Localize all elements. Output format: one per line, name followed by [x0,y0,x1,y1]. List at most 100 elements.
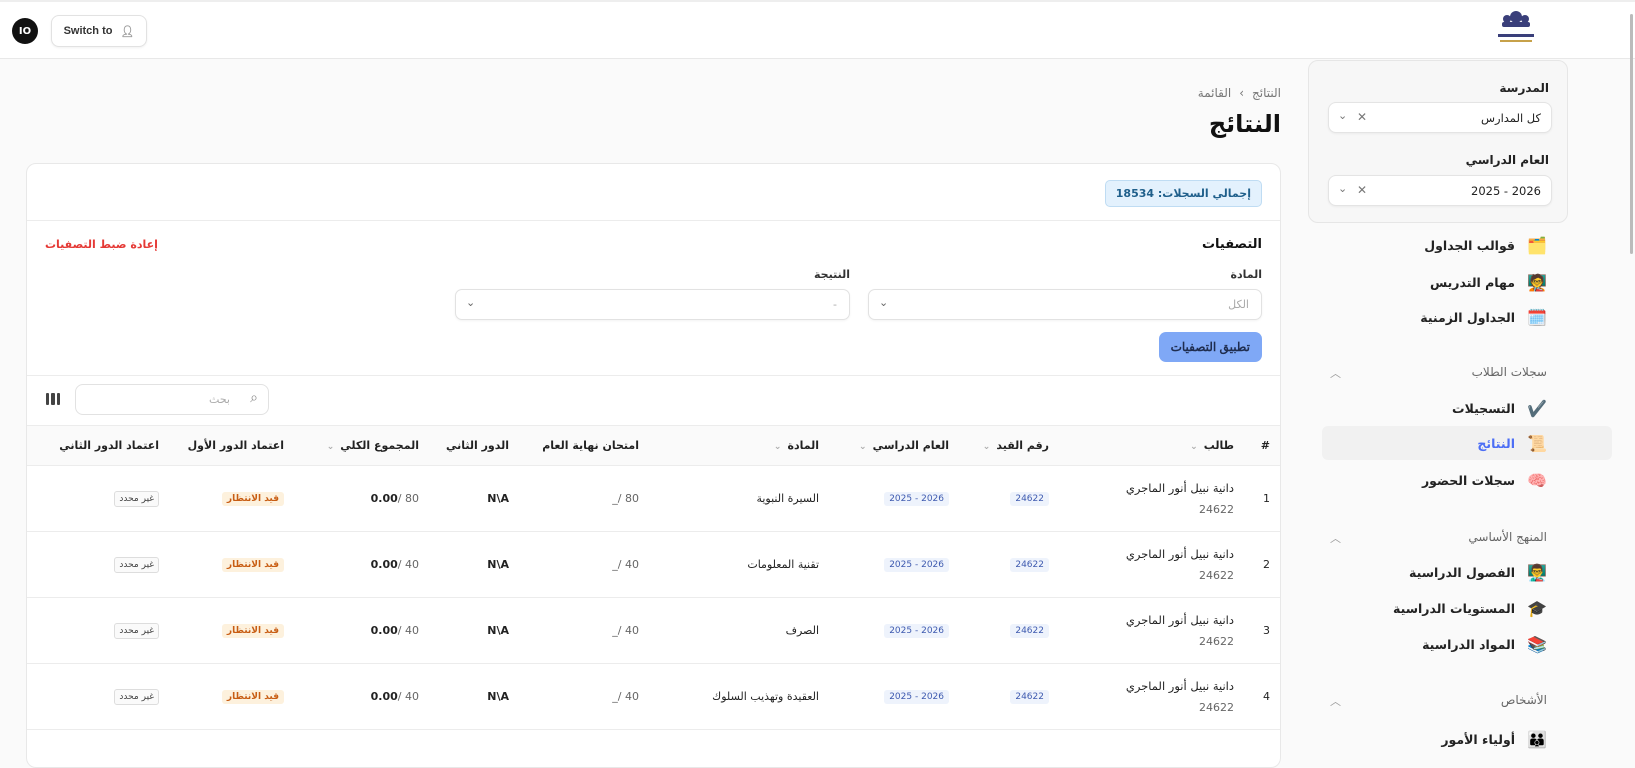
table-row[interactable]: 2 دانية نبيل أنور الماجري 24622 24622 202… [27,531,1280,598]
second-round-cell: N\A [429,663,519,730]
chevron-down-icon[interactable]: ⌄ [1338,182,1347,195]
registration-cell: 24622 [959,597,1059,664]
col-index: # [1244,425,1280,466]
sort-icon[interactable]: ⌄ [1190,442,1198,452]
student-name: دانية نبيل أنور الماجري [1125,547,1234,561]
subject-select[interactable]: الكل ⌄ [868,289,1262,320]
approval-second-cell: غير محدد [27,531,169,598]
final-exam-cell: _/ 80 [519,465,649,532]
section-people[interactable]: الأشخاص [1501,693,1547,707]
table-row[interactable]: 3 دانية نبيل أنور الماجري 24622 24622 202… [27,597,1280,664]
clear-icon[interactable]: ✕ [1357,110,1367,124]
sort-icon[interactable]: ⌄ [983,442,991,452]
chevron-up-icon[interactable]: ︿ [1330,530,1341,546]
teacher-icon: 👨‍🏫 [1527,562,1547,582]
apply-filters-button[interactable]: تطبيق التصفيات [1158,332,1262,362]
sidebar-item-templates[interactable]: 🗂️ قوالب الجداول [1424,228,1547,262]
sort-icon[interactable]: ⌄ [774,442,782,452]
sidebar-item-classes[interactable]: 👨‍🏫 الفصول الدراسية [1409,555,1547,589]
sidebar-item-label: أولياء الأمور [1441,731,1515,747]
sidebar-item-enrollments[interactable]: ✔️ التسجيلات [1452,391,1547,425]
year-cell: 2026 - 2025 [829,465,959,532]
total-cell: 0.00/ 40 [294,531,429,598]
col-approval-first: اعتماد الدور الأول [169,425,294,466]
sort-icon[interactable]: ⌄ [327,442,335,452]
second-round-cell: N\A [429,531,519,598]
col-second-round: الدور الثاني [429,425,519,466]
second-round-cell: N\A [429,597,519,664]
year-select[interactable]: 2025 - 2026 ✕ ⌄ [1328,175,1552,206]
sidebar-item-subjects[interactable]: 📚 المواد الدراسية [1422,627,1547,661]
books-icon: 📚 [1527,634,1547,654]
chevron-up-icon[interactable]: ︿ [1330,365,1341,381]
status-badge: قيد الانتظار [221,558,284,572]
results-card: إجمالي السجلات: 18534 التصفيات إعادة ضبط… [26,163,1281,768]
subject-placeholder: الكل [1228,298,1249,311]
sidebar-item-label: مهام التدريس [1429,274,1515,290]
sidebar-item-timetables[interactable]: 🗓️ الجداول الزمنية [1420,300,1547,334]
table-row[interactable]: 4 دانية نبيل أنور الماجري 24622 24622 202… [27,663,1280,730]
clear-icon[interactable]: ✕ [1357,183,1367,197]
student-cell[interactable]: دانية نبيل أنور الماجري 24622 [1059,597,1244,664]
avatar[interactable]: IO [12,18,38,44]
chevron-up-icon[interactable]: ︿ [1330,693,1341,709]
school-label: المدرسة [1499,81,1549,95]
reset-filters-link[interactable]: إعادة ضبط التصفيات [45,238,158,251]
row-index: 3 [1244,597,1280,664]
results-table: # طالب ⌄ رقم القيد ⌄ العام الدراسي ⌄ المادة… [27,425,1280,730]
section-core-curriculum[interactable]: المنهج الأساسي [1468,530,1547,544]
col-total[interactable]: المجموع الكلي ⌄ [294,425,429,466]
second-round-cell: N\A [429,465,519,532]
registration-cell: 24622 [959,465,1059,532]
sidebar-item-parents[interactable]: 👪 أولياء الأمور [1441,722,1547,756]
switch-to-button[interactable]: Switch to 👤︎ [51,15,147,47]
total-records-badge: إجمالي السجلات: 18534 [1104,180,1262,207]
school-logo [1498,11,1534,42]
student-name: دانية نبيل أنور الماجري [1125,679,1234,693]
col-student[interactable]: طالب ⌄ [1059,425,1244,466]
col-year[interactable]: العام الدراسي ⌄ [829,425,959,466]
year-cell: 2026 - 2025 [829,531,959,598]
student-cell[interactable]: دانية نبيل أنور الماجري 24622 [1059,531,1244,598]
status-badge: غير محدد [114,688,159,705]
sidebar-item-results[interactable]: 📜 النتائج [1322,426,1612,460]
sidebar-item-label: المواد الدراسية [1422,636,1515,652]
registration-badge: 24622 [1010,558,1049,572]
school-select[interactable]: كل المدارس ✕ ⌄ [1328,102,1552,133]
breadcrumb: النتائج › القائمة [1198,86,1281,100]
total-value: 0.00 [370,558,398,571]
registration-badge: 24622 [1010,690,1049,704]
approval-first-cell: قيد الانتظار [169,663,294,730]
total-max: / 80 [397,492,419,505]
sidebar-item-attendance[interactable]: 🧠 سجلات الحضور [1422,463,1547,497]
chevron-down-icon[interactable]: ⌄ [1338,109,1347,122]
calendar-icon: 🗓️ [1527,307,1547,327]
sidebar-item-teaching-tasks[interactable]: 🧑‍🏫 مهام التدريس [1430,265,1547,299]
sidebar-item-label: سجلات الحضور [1421,472,1515,488]
approval-second-cell: غير محدد [27,465,169,532]
student-cell[interactable]: دانية نبيل أنور الماجري 24622 [1059,663,1244,730]
row-index: 1 [1244,465,1280,532]
subject-cell: تقنية المعلومات [649,531,829,598]
sort-icon[interactable]: ⌄ [859,442,867,452]
divider [27,220,1280,221]
sidebar-item-levels[interactable]: 🎓 المستويات الدراسية [1393,591,1547,625]
status-badge: قيد الانتظار [221,690,284,704]
student-cell[interactable]: دانية نبيل أنور الماجري 24622 [1059,465,1244,532]
breadcrumb-results[interactable]: النتائج [1252,86,1281,100]
total-max: / 40 [397,558,419,571]
result-select[interactable]: - ⌄ [455,289,850,320]
section-student-records[interactable]: سجلات الطلاب [1472,365,1547,379]
final-exam-cell: _/ 40 [519,597,649,664]
total-cell: 0.00/ 40 [294,663,429,730]
col-registration[interactable]: رقم القيد ⌄ [959,425,1059,466]
col-subject[interactable]: المادة ⌄ [649,425,829,466]
search-input[interactable]: ⌕ بحث [75,384,269,415]
table-row[interactable]: 1 دانية نبيل أنور الماجري 24622 24622 202… [27,465,1280,532]
registration-cell: 24622 [959,663,1059,730]
school-value: كل المدارس [1480,111,1541,125]
table-header: # طالب ⌄ رقم القيد ⌄ العام الدراسي ⌄ المادة… [27,425,1280,466]
sidebar-item-label: الفصول الدراسية [1409,564,1515,580]
columns-icon[interactable] [46,393,60,405]
graduation-cap-icon: 🎓 [1527,598,1547,618]
